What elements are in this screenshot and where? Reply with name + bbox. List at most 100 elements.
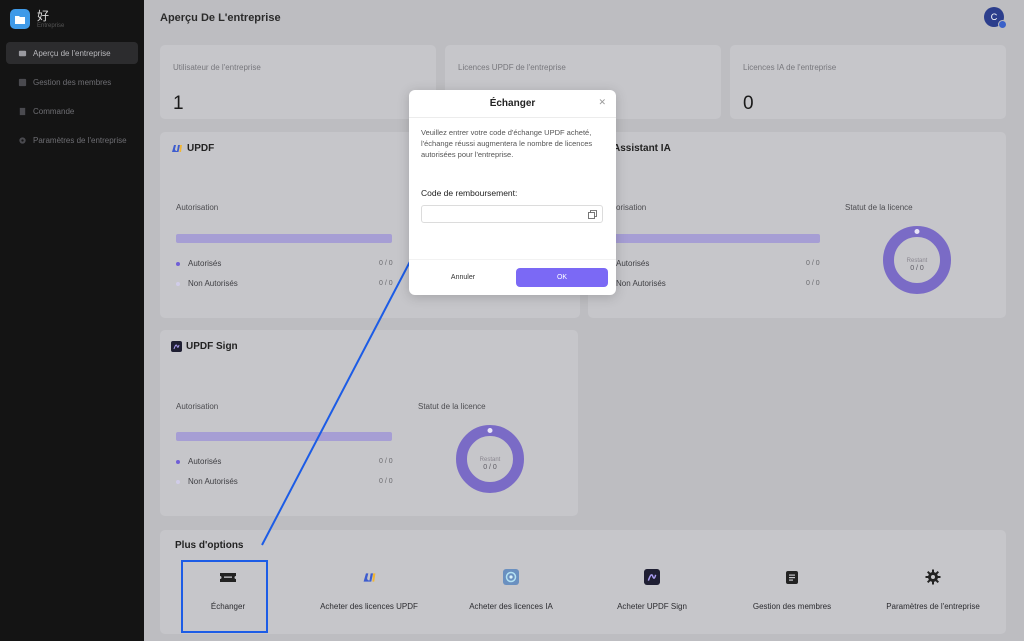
option-label: Paramètres de l'entreprise — [886, 602, 980, 611]
stat-label: Licences IA de l'entreprise — [743, 63, 837, 72]
avatar-badge — [998, 20, 1007, 29]
sidebar-item-settings[interactable]: Paramètres de l'entreprise — [6, 129, 138, 151]
option-label: Acheter des licences UPDF — [320, 602, 418, 611]
option-buy-sign[interactable]: Acheter UPDF Sign — [611, 566, 693, 611]
auth-label: Autorisation — [176, 402, 219, 411]
authorized-count: 0 / 0 — [806, 260, 820, 267]
option-company-settings[interactable]: Paramètres de l'entreprise — [881, 566, 985, 611]
unauthorized-count: 0 / 0 — [806, 280, 820, 287]
stat-card-users: Utilisateur de l'entreprise 1 — [160, 45, 436, 119]
authorization-bar — [176, 432, 392, 441]
updf-logo-icon — [362, 566, 377, 588]
stat-value: 0 — [743, 93, 754, 114]
option-buy-updf[interactable]: Acheter des licences UPDF — [315, 566, 423, 611]
sidebar-item-members[interactable]: Gestion des membres — [6, 71, 138, 93]
auth-label: Autorisation — [176, 203, 219, 212]
divider — [409, 259, 616, 260]
legend-label: Non Autorisés — [188, 279, 238, 288]
more-options-card: Plus d'options Échanger Acheter des lice… — [160, 530, 1006, 634]
gear-icon — [925, 566, 941, 588]
legend-dot — [176, 479, 180, 484]
overview-icon — [18, 50, 27, 56]
authorization-bar — [176, 234, 392, 243]
sign-icon — [644, 566, 660, 588]
gear-icon — [19, 136, 26, 144]
copy-icon[interactable] — [588, 210, 597, 219]
donut-center: Restant 0 / 0 — [455, 457, 525, 471]
dialog-title: Échanger — [489, 98, 536, 109]
remaining-value: 0 / 0 — [483, 463, 497, 471]
option-manage-members[interactable]: Gestion des membres — [749, 566, 835, 611]
ia-card: Assistant IA Autorisation Autorisés 0 / … — [588, 132, 1006, 318]
section-title: UPDF — [171, 143, 214, 154]
licence-status-label: Statut de la licence — [418, 402, 486, 411]
option-label: Gestion des membres — [752, 602, 832, 611]
remaining-label: Restant — [479, 457, 501, 463]
licence-status-label: Statut de la licence — [845, 203, 913, 212]
legend-unauthorized: Non Autorisés — [176, 279, 238, 288]
ok-button[interactable]: OK — [516, 268, 608, 287]
option-buy-ia[interactable]: Acheter des licences IA — [463, 566, 559, 611]
stat-value: 1 — [173, 93, 184, 114]
sidebar-item-label: Paramètres de l'entreprise — [33, 135, 127, 145]
legend-dot — [176, 459, 180, 464]
legend-label: Non Autorisés — [188, 477, 238, 486]
stat-label: Utilisateur de l'entreprise — [173, 63, 261, 72]
legend-label: Non Autorisés — [616, 279, 666, 288]
section-title: Assistant IA — [613, 143, 671, 154]
document-icon — [785, 566, 799, 588]
section-title-text: UPDF Sign — [186, 341, 238, 352]
sidebar-item-label: Aperçu de l'entreprise — [33, 48, 111, 58]
legend-label: Autorisés — [188, 259, 222, 268]
option-label: Acheter des licences IA — [469, 602, 553, 611]
unauthorized-count: 0 / 0 — [379, 280, 393, 287]
section-title: UPDF Sign — [171, 341, 238, 352]
sidebar-item-overview[interactable]: Aperçu de l'entreprise — [6, 42, 138, 64]
legend-dot — [176, 281, 180, 286]
legend-label: Autorisés — [616, 259, 650, 268]
options-title: Plus d'options — [175, 540, 244, 551]
remaining-label: Restant — [906, 258, 928, 264]
dialog-description: Veuillez entrer votre code d'échange UPD… — [421, 128, 593, 159]
avatar[interactable]: C — [984, 7, 1007, 29]
section-title-text: UPDF — [187, 143, 215, 154]
sidebar-item-order[interactable]: Commande — [6, 100, 138, 122]
divider — [409, 117, 616, 118]
sidebar-nav: Aperçu de l'entreprise Gestion des membr… — [6, 42, 138, 158]
brand: 好 Entreprise — [10, 9, 64, 29]
authorization-bar — [604, 234, 820, 243]
code-input[interactable] — [421, 205, 603, 223]
ai-icon — [503, 566, 519, 588]
remaining-value: 0 / 0 — [910, 264, 924, 272]
authorized-count: 0 / 0 — [379, 458, 393, 465]
section-title-text: Assistant IA — [613, 143, 671, 154]
cancel-button[interactable]: Annuler — [419, 268, 507, 287]
sidebar-item-label: Commande — [33, 106, 75, 116]
legend-authorized: Autorisés — [176, 457, 221, 466]
option-label: Acheter UPDF Sign — [617, 602, 687, 611]
sidebar: 好 Entreprise Aperçu de l'entreprise Gest… — [0, 0, 144, 641]
folder-icon — [10, 9, 30, 29]
highlight-box — [181, 560, 268, 633]
legend-authorized: Autorisés — [176, 259, 221, 268]
sign-icon — [171, 341, 182, 352]
close-icon[interactable]: ✕ — [598, 97, 606, 108]
page-title: Aperçu De L'entreprise — [160, 12, 281, 24]
donut-center: Restant 0 / 0 — [882, 258, 952, 272]
stat-card-ia-licences: Licences IA de l'entreprise 0 — [730, 45, 1006, 119]
legend-label: Autorisés — [188, 457, 222, 466]
updf-logo-icon — [171, 143, 183, 154]
members-icon — [18, 78, 27, 86]
legend-dot — [176, 261, 180, 266]
authorized-count: 0 / 0 — [379, 260, 393, 267]
avatar-initial: C — [990, 12, 998, 22]
stat-label: Licences UPDF de l'entreprise — [458, 63, 566, 72]
brand-subtitle: Entreprise — [37, 22, 65, 29]
sidebar-item-label: Gestion des membres — [33, 77, 112, 87]
exchange-dialog: Échanger ✕ Veuillez entrer votre code d'… — [409, 90, 616, 295]
sign-card: UPDF Sign Autorisation Autorisés 0 / 0 N… — [160, 330, 578, 516]
brand-name: 好 — [37, 8, 50, 23]
code-field-label: Code de remboursement: — [421, 188, 518, 198]
unauthorized-count: 0 / 0 — [379, 478, 393, 485]
legend-unauthorized: Non Autorisés — [176, 477, 238, 486]
